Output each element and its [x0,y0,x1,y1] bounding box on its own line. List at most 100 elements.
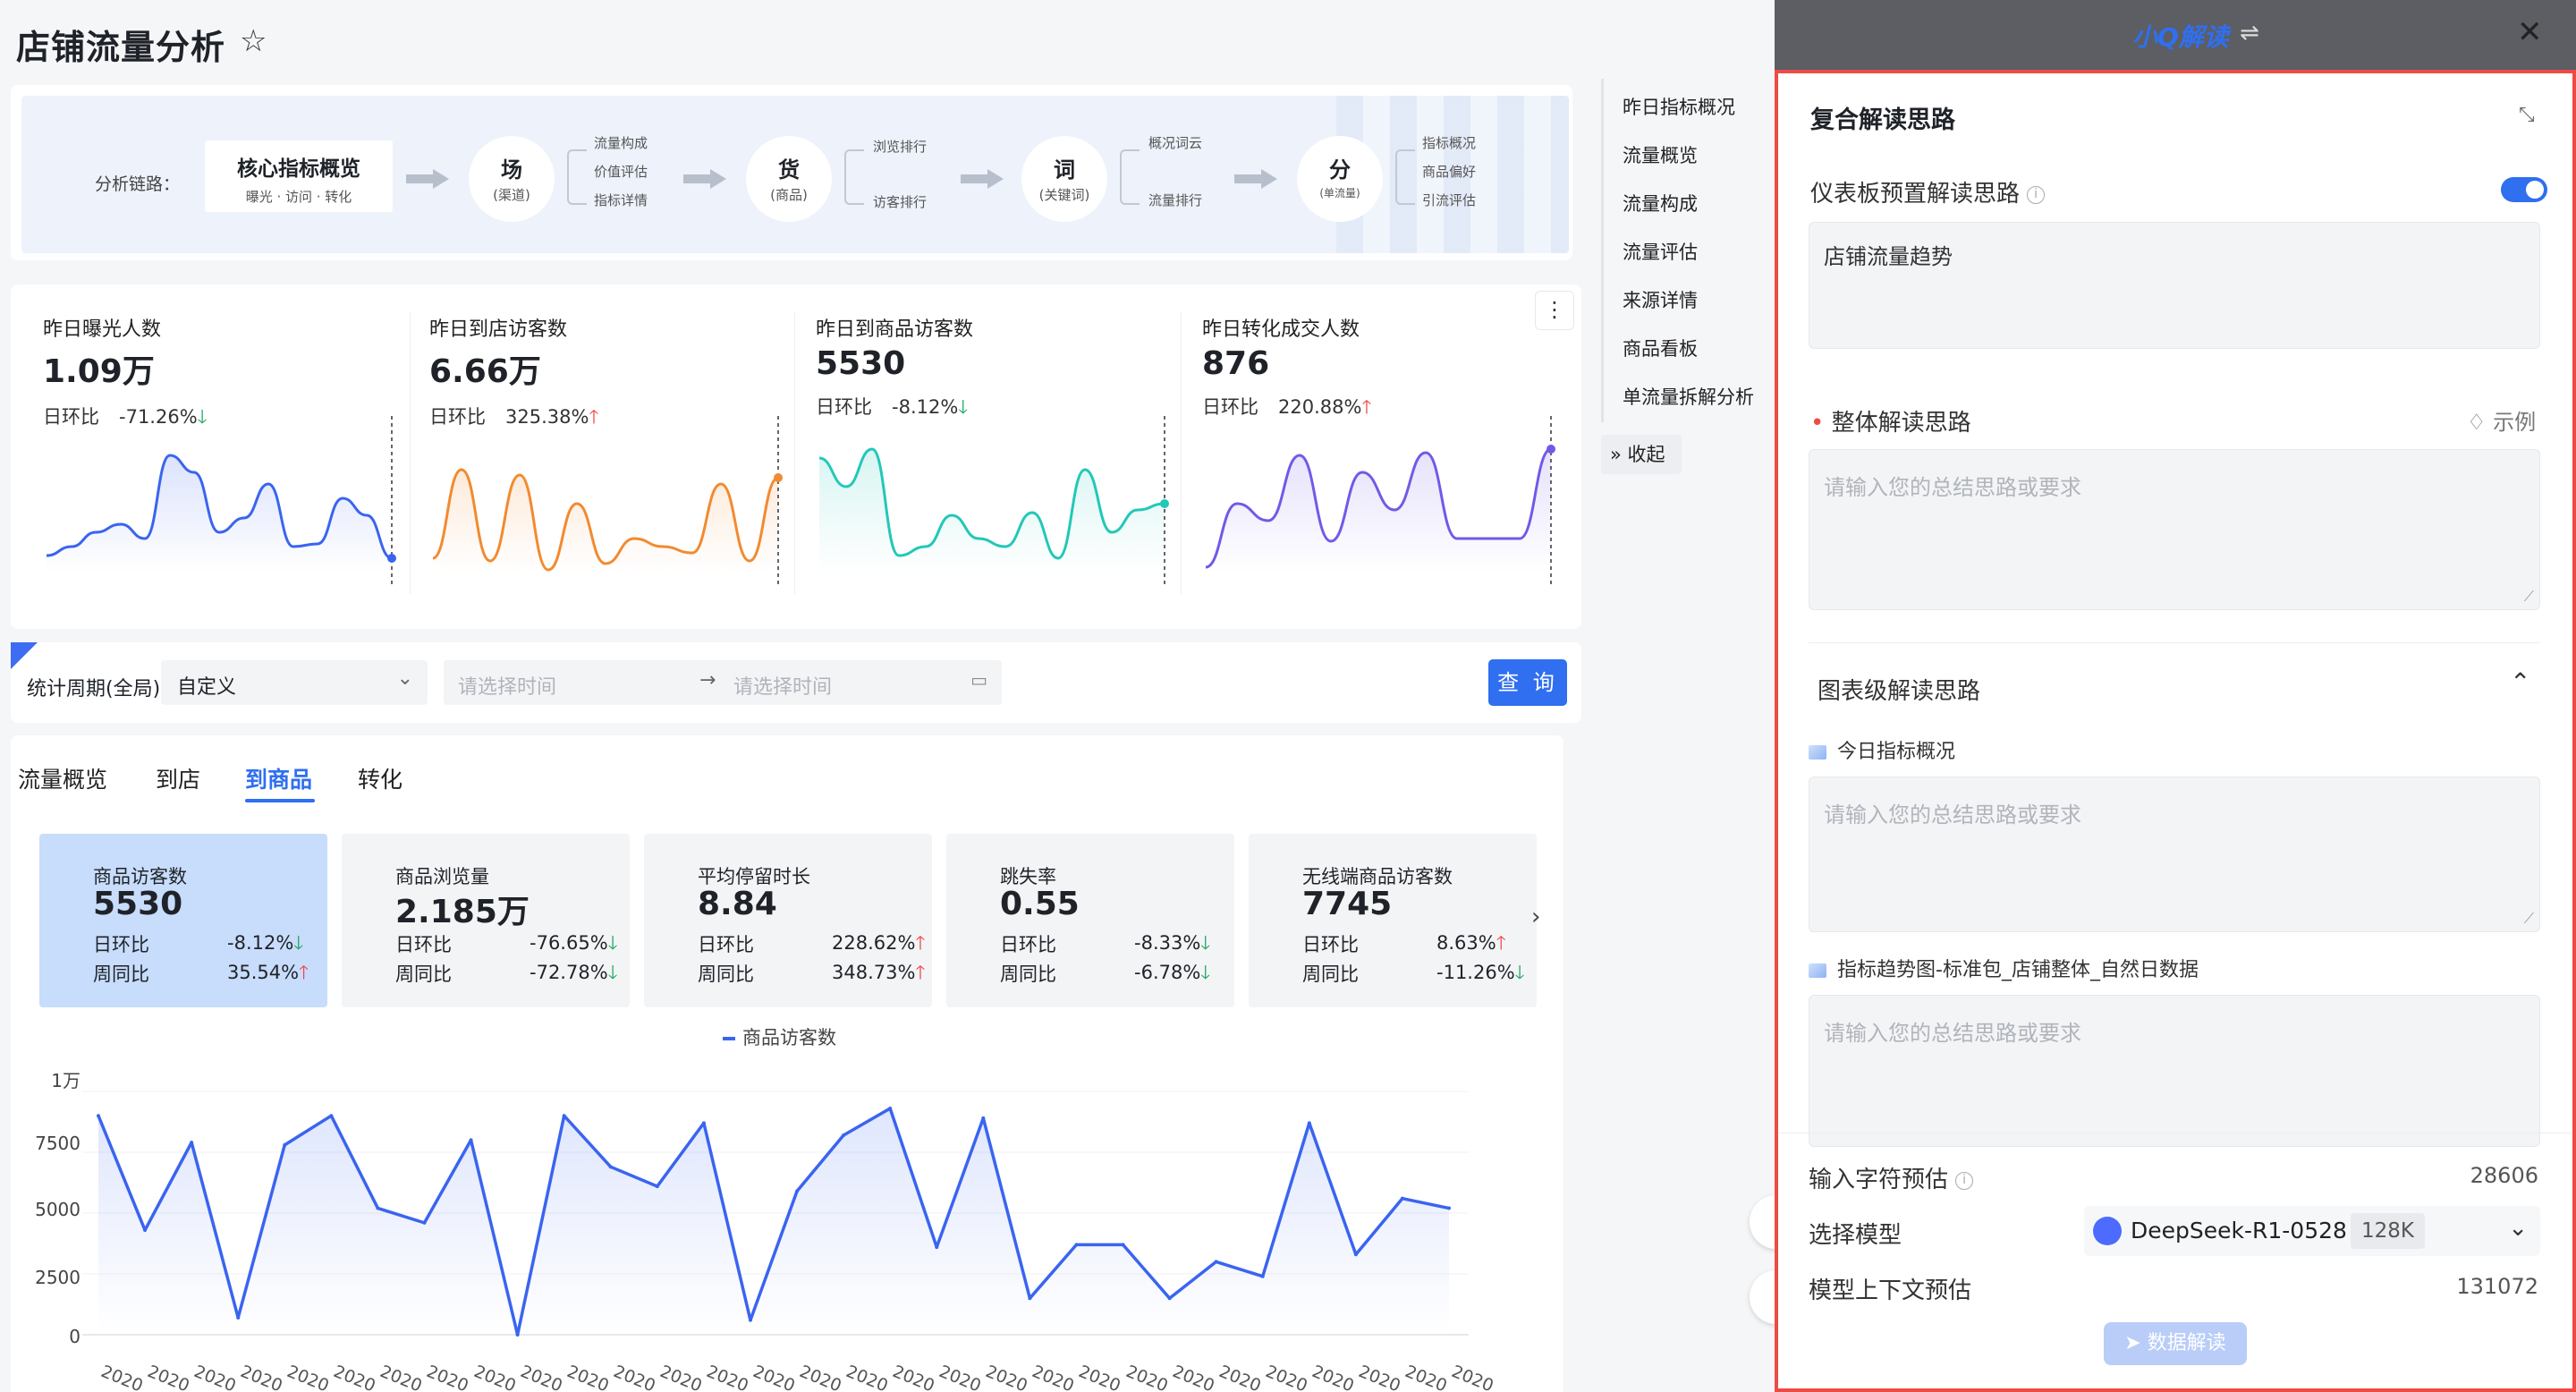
nav-item-yesterday-overview[interactable]: 昨日指标概况 [1623,93,1735,120]
chain-sub-item[interactable]: 价值评估 [594,162,648,181]
nav-item-source-details[interactable]: 来源详情 [1623,286,1698,313]
tab-traffic-overview[interactable]: 流量概览 [18,762,107,794]
chain-node-goods[interactable]: 货 (商品) [746,136,832,222]
data-point [935,1245,939,1250]
tab-to-goods[interactable]: 到商品 [245,762,312,794]
compare-value: 220.88% [1278,396,1362,418]
arrow-down-icon: 🡓 [1200,962,1211,983]
node-main: 货 [778,157,800,182]
kpi-card[interactable]: 商品浏览量 2.185万 日环比 -76.65%🡓 周同比 -72.78%🡓 [342,834,630,1007]
chain-node-keyword[interactable]: 词 (关键词) [1021,136,1107,222]
data-point [143,1228,148,1233]
nav-item-single-flow-analysis[interactable]: 单流量拆解分析 [1623,383,1754,410]
chart-textarea[interactable]: 请输入您的总结思路或要求 ⟋ [1809,777,2540,932]
model-select[interactable]: DeepSeek-R1-0528 128K ⌄ [2084,1206,2540,1256]
nav-item-traffic-composition[interactable]: 流量构成 [1623,190,1698,216]
data-point [655,1184,659,1189]
arrow-icon [961,169,1004,189]
data-point [422,1220,427,1225]
chart-legend[interactable]: 商品访客数 [723,1023,836,1050]
compare-value: -8.33%🡓 [1134,930,1210,962]
info-icon[interactable]: i [2027,185,2046,204]
chart-textarea[interactable]: 请输入您的总结思路或要求 [1809,995,2540,1147]
tab-to-store[interactable]: 到店 [156,762,200,794]
start-date-placeholder[interactable]: 请选择时间 [458,671,556,700]
chain-sub-item[interactable]: 流量构成 [594,133,648,152]
data-interpret-button[interactable]: ➤ 数据解读 [2104,1322,2247,1365]
minimize-icon[interactable]: ⤡ [2519,104,2535,126]
date-range-picker[interactable]: 请选择时间 → 请选择时间 ▭ [444,660,1002,705]
kpi-card[interactable]: 商品访客数 5530 日环比 -8.12%🡓 周同比 35.54%🡑 [39,834,327,1007]
chain-sub-item[interactable]: 浏览排行 [873,137,927,156]
favorite-star-icon[interactable]: ☆ [240,23,267,59]
compare-value: -72.78%🡓 [530,960,618,991]
ai-interpretation-panel: 复合解读思路 ⤡ 仪表板预置解读思路 i 店铺流量趋势 • 整体解读思路 ♢ 示例… [1775,70,2576,1392]
kpi-week-compare: 周同比 348.73%🡑 [698,960,925,987]
metric-value: 876 [1202,345,1270,382]
node-sub: (商品) [770,187,808,203]
chevron-down-icon: ⌄ [396,667,413,690]
compare-value: -6.78%🡓 [1134,960,1210,991]
data-point [1447,1206,1451,1210]
arrow-right-icon: → [699,669,716,692]
compare-label: 周同比 [698,963,754,985]
kpi-card[interactable]: 平均停留时长 8.84 日环比 228.62%🡑 周同比 348.73%🡑 [644,834,932,1007]
tab-conversion[interactable]: 转化 [358,762,402,794]
calendar-icon: ▭ [970,669,987,691]
info-icon[interactable]: i [1955,1171,1974,1190]
resize-handle-icon[interactable]: ⟋ [2524,910,2534,928]
chain-node-scene[interactable]: 场 (渠道) [469,136,555,222]
chain-sub-item[interactable]: 指标详情 [594,191,648,209]
preset-toggle[interactable] [2501,177,2547,202]
chevron-right-icon[interactable]: › [1531,904,1540,930]
chain-sub-item[interactable]: 商品偏好 [1422,162,1476,181]
legend-label: 商品访客数 [742,1027,836,1048]
sparkline-store-visitors [432,416,783,586]
query-button[interactable]: 查 询 [1488,659,1567,706]
period-select[interactable]: 自定义 ⌄ [161,660,428,705]
data-point [283,1142,287,1147]
kpi-card[interactable]: 跳失率 0.55 日环比 -8.33%🡓 周同比 -6.78%🡓 [946,834,1234,1007]
end-date-placeholder[interactable]: 请选择时间 [733,671,832,700]
overall-textarea[interactable]: 请输入您的总结思路或要求 ⟋ [1809,449,2540,610]
nav-item-goods-board[interactable]: 商品看板 [1623,335,1698,361]
preset-textarea[interactable]: 店铺流量趋势 [1809,222,2540,349]
compare-pct: -8.33% [1134,932,1201,954]
data-point [562,1114,566,1118]
swap-icon[interactable]: ⇌ [2240,20,2259,47]
core-metrics-box[interactable]: 核心指标概览 曝光 · 访问 · 转化 [205,140,393,212]
nav-item-traffic-overview[interactable]: 流量概览 [1623,141,1698,168]
model-label: 选择模型 [1809,1222,1902,1249]
chain-sub-item[interactable]: 访客排行 [873,192,927,211]
arrow-up-icon: 🡑 [1496,932,1506,954]
double-chevron-right-icon: » [1610,444,1622,465]
chain-sub-item[interactable]: 概况词云 [1148,133,1202,152]
divider [1809,642,2540,643]
chevron-up-icon[interactable]: ⌃ [2510,667,2530,697]
current-point [387,554,396,563]
arrow-down-icon: 🡓 [1200,932,1211,954]
chain-sub-item[interactable]: 引流评估 [1422,191,1476,209]
compare-value: 35.54%🡑 [227,960,309,991]
compare-label: 日环比 [1202,396,1258,418]
compare-label: 日环比 [1000,934,1056,955]
close-icon[interactable]: ✕ [2517,14,2543,50]
run-label: 数据解读 [2147,1332,2226,1354]
filter-flag-icon [11,642,38,669]
kpi-week-compare: 周同比 35.54%🡑 [93,960,309,987]
resize-handle-icon[interactable]: ⟋ [2524,588,2534,606]
chart-level-label[interactable]: 图表级解读思路 [1818,673,1980,706]
goods-visitors-trend-chart[interactable] [82,1065,1469,1351]
chain-sub-item[interactable]: 流量排行 [1148,191,1202,209]
compare-pct: -6.78% [1134,962,1201,983]
collapse-button[interactable]: » 收起 [1601,435,1682,474]
data-point [1074,1243,1079,1247]
nav-item-traffic-evaluation[interactable]: 流量评估 [1623,238,1698,265]
chain-sub-item[interactable]: 指标概况 [1422,133,1476,152]
kpi-card[interactable]: 无线端商品访客数 7745 日环比 8.63%🡑 周同比 -11.26%🡓 [1249,834,1537,1007]
overall-label-row: • 整体解读思路 [1810,404,1971,437]
metric-value: 6.66万 [429,353,541,390]
chain-node-single-flow[interactable]: 分 (单流量) [1297,136,1383,222]
data-point [376,1206,380,1210]
example-link[interactable]: ♢ 示例 [2467,404,2536,436]
